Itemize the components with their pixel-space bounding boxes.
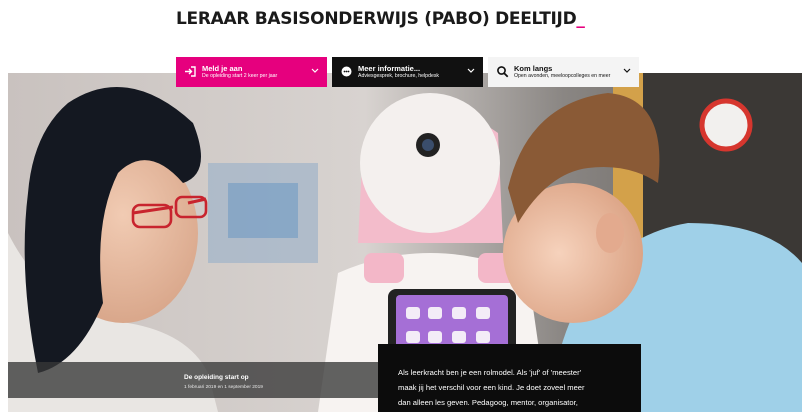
info-chat-icon <box>341 66 352 77</box>
sign-up-label: Meld je aan <box>202 63 243 73</box>
intro-quote: Als leerkracht ben je een rolmodel. Als … <box>378 344 641 412</box>
visit-button[interactable]: Kom langs Open avonden, meeloopcolleges … <box>488 57 639 87</box>
page-title: LERAAR BASISONDERWIJS (PABO) DEELTIJD_ <box>176 9 585 29</box>
sign-up-button[interactable]: Meld je aan De opleiding start 2 keer pe… <box>176 57 327 87</box>
chevron-down-icon <box>311 68 319 73</box>
title-cursor: _ <box>576 9 585 29</box>
quote-line: Als leerkracht ben je een rolmodel. Als … <box>398 368 582 377</box>
visit-sub: Open avonden, meeloopcolleges en meer <box>514 73 611 80</box>
chevron-down-icon <box>467 68 475 73</box>
sign-up-sub: De opleiding start 2 keer per jaar <box>202 73 278 80</box>
start-info: De opleiding start op 1 februari 2019 en… <box>8 362 378 398</box>
sign-in-icon <box>185 66 196 77</box>
quote-line: maak jij het verschil voor een kind. Je … <box>398 383 585 392</box>
start-title: De opleiding start op <box>184 374 249 381</box>
start-dates: 1 februari 2019 en 1 september 2019 <box>184 385 263 390</box>
action-bar: Meld je aan De opleiding start 2 keer pe… <box>176 57 639 87</box>
search-icon <box>497 66 509 78</box>
more-info-label: Meer informatie... <box>358 63 421 73</box>
chevron-down-icon <box>623 68 631 73</box>
more-info-button[interactable]: Meer informatie... Adviesgesprek, brochu… <box>332 57 483 87</box>
more-info-sub: Adviesgesprek, brochure, helpdesk <box>358 73 440 80</box>
visit-label: Kom langs <box>514 63 553 73</box>
quote-line: dan alleen les geven. Pedagoog, mentor, … <box>398 398 578 407</box>
